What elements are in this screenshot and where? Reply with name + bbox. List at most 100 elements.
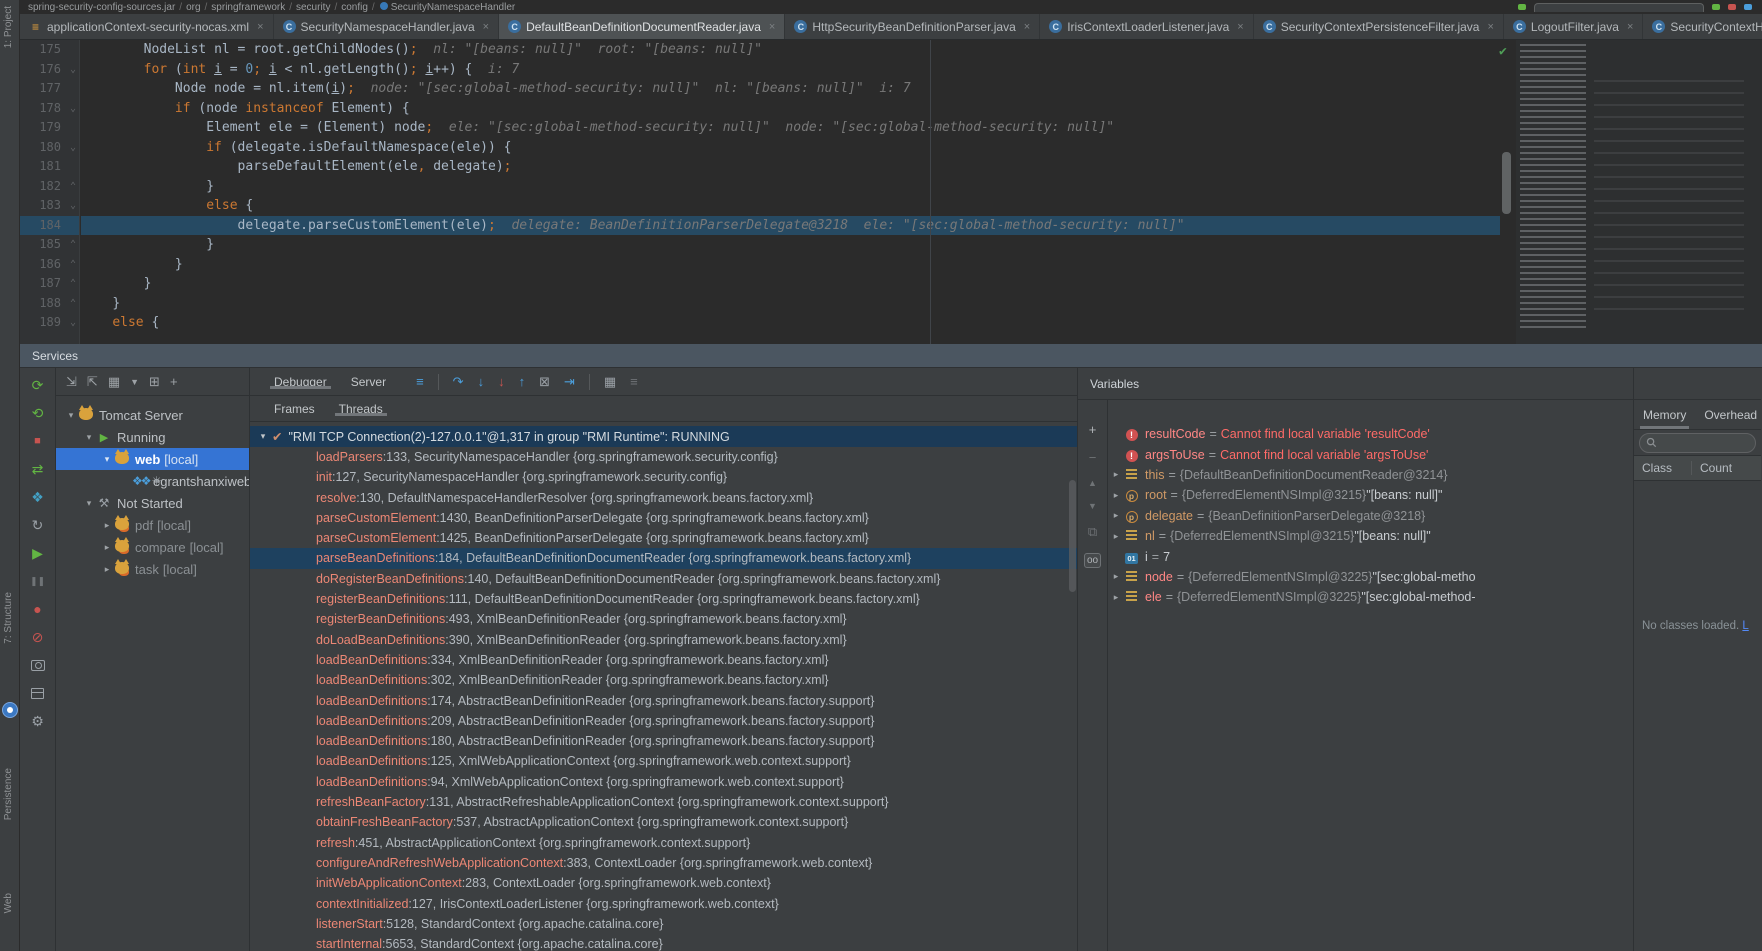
close-icon[interactable]: × — [257, 21, 263, 33]
editor-tab[interactable]: applicationContext-security-nocas.xml× — [20, 14, 274, 39]
close-icon[interactable]: × — [483, 21, 489, 33]
variable-expander-icon[interactable]: ▸ — [1108, 469, 1124, 480]
toolbar-settings-gear-icon[interactable]: ⚙ — [29, 712, 47, 730]
editor-tab[interactable]: CSecurityContextHolder.class× — [1643, 14, 1762, 39]
variable-expander-icon[interactable]: ▸ — [1108, 510, 1124, 521]
stack-frame-row[interactable]: loadBeanDefinitions:209, AbstractBeanDef… — [250, 711, 1077, 731]
column-class[interactable]: Class — [1634, 461, 1692, 475]
gutter-line-number[interactable]: 185⌃ — [20, 235, 79, 255]
chevron-down-icon[interactable]: ▾ — [256, 431, 270, 442]
variable-row-root[interactable]: ▸proot={DeferredElementNSImpl@3215} "[be… — [1108, 485, 1633, 505]
toolbar-run-to-cursor-icon[interactable]: ⇥ — [564, 374, 575, 390]
tree-item-egrantshanxiweb[interactable]: ❖❖✳egrantshanxiweb — [56, 470, 249, 492]
variable-row-this[interactable]: ▸this={DefaultBeanDefinitionDocumentRead… — [1108, 465, 1633, 485]
code-line[interactable]: } — [81, 235, 1500, 255]
editor-tab[interactable]: CSecurityContextPersistenceFilter.java× — [1254, 14, 1504, 39]
gutter-line-number[interactable]: 187⌃ — [20, 274, 79, 294]
toolbar-show-services-icon[interactable]: ⊞ — [149, 374, 160, 390]
code-line[interactable]: else { — [81, 313, 1500, 333]
toolbar-evaluate-expression-icon[interactable]: ▦ — [604, 374, 616, 390]
tab-threads[interactable]: Threads — [327, 402, 395, 416]
editor-code-area[interactable]: NodeList nl = root.getChildNodes(); nl: … — [81, 40, 1500, 344]
variable-row-nl[interactable]: ▸nl={DeferredElementNSImpl@3215} "[beans… — [1108, 526, 1633, 546]
code-line[interactable]: if (node instanceof Element) { — [81, 99, 1500, 119]
stripe-label-persistence[interactable]: Persistence — [3, 768, 14, 820]
stack-frame-row[interactable]: loadBeanDefinitions:180, AbstractBeanDef… — [250, 731, 1077, 751]
stack-frame-row[interactable]: obtainFreshBeanFactory:537, AbstractAppl… — [250, 812, 1077, 832]
debug-button[interactable] — [1712, 4, 1720, 10]
breadcrumb-segment[interactable]: SecurityNamespaceHandler — [391, 2, 516, 13]
code-line[interactable]: } — [81, 294, 1500, 314]
variable-row-ele[interactable]: ▸ele={DeferredElementNSImpl@3225} "[sec:… — [1108, 587, 1633, 607]
toolbar-add-watch-icon[interactable]: + — [1089, 422, 1097, 437]
toolbar-restart-debugger-icon[interactable]: ⟲ — [29, 404, 47, 422]
toolbar-update-application-icon[interactable]: ⇄ — [29, 460, 47, 478]
toolbar-show-execution-point-icon[interactable]: ≡ — [416, 374, 424, 389]
stack-frame-row[interactable]: parseCustomElement:1430, BeanDefinitionP… — [250, 508, 1077, 528]
stack-frame-row[interactable]: loadBeanDefinitions:94, XmlWebApplicatio… — [250, 772, 1077, 792]
tab-debugger[interactable]: Debugger — [262, 375, 339, 389]
stack-frame-row[interactable]: loadBeanDefinitions:334, XmlBeanDefiniti… — [250, 650, 1077, 670]
stack-frame-row[interactable]: doLoadBeanDefinitions:390, XmlBeanDefini… — [250, 630, 1077, 650]
tree-item-not-started[interactable]: ▾⚒Not Started — [56, 492, 249, 514]
gutter-line-number[interactable]: 186⌃ — [20, 255, 79, 275]
tree-item-tomcat-server[interactable]: ▾Tomcat Server — [56, 404, 249, 426]
run-configuration-combo[interactable] — [1534, 3, 1704, 12]
stack-frame-row[interactable]: loadParsers:133, SecurityNamespaceHandle… — [250, 447, 1077, 467]
toolbar-remove-watch-icon[interactable]: − — [1089, 450, 1097, 465]
toolbar-collapse-all-icon[interactable]: ⇱ — [87, 374, 98, 390]
run-button[interactable] — [1518, 4, 1526, 10]
stack-frame-row[interactable]: loadBeanDefinitions:125, XmlWebApplicati… — [250, 751, 1077, 771]
code-line[interactable]: parseDefaultElement(ele, delegate); — [81, 157, 1500, 177]
fold-marker-icon[interactable]: ⌄ — [70, 138, 76, 158]
services-panel-header[interactable]: Services — [20, 344, 1762, 368]
stack-frame-row[interactable]: registerBeanDefinitions:493, XmlBeanDefi… — [250, 609, 1077, 629]
variable-expander-icon[interactable]: ▸ — [1108, 490, 1124, 501]
stack-frame-row[interactable]: registerBeanDefinitions:111, DefaultBean… — [250, 589, 1077, 609]
variable-row-node[interactable]: ▸node={DeferredElementNSImpl@3225} "[sec… — [1108, 567, 1633, 587]
stack-frame-row[interactable]: listenerStart:5128, StandardContext {org… — [250, 914, 1077, 934]
variable-row-resultCode[interactable]: !resultCode=Cannot find local variable '… — [1108, 424, 1633, 444]
variable-expander-icon[interactable]: ▸ — [1108, 531, 1124, 542]
stripe-label--project[interactable]: 1: Project — [3, 6, 14, 48]
editor-tab[interactable]: CHttpSecurityBeanDefinitionParser.java× — [785, 14, 1040, 39]
toolbar-layout-settings-icon[interactable] — [29, 684, 47, 702]
gutter-line-number[interactable]: 176⌄ — [20, 60, 79, 80]
stack-frame-row[interactable]: parseBeanDefinitions:184, DefaultBeanDef… — [250, 548, 1077, 568]
editor-gutter[interactable]: 175176⌄177178⌄179180⌄181182⌃183⌄184185⌃1… — [20, 40, 80, 344]
variable-expander-icon[interactable]: ▸ — [1108, 571, 1124, 582]
toolbar-expand-all-icon[interactable]: ⇲ — [66, 374, 77, 390]
toolbar-move-down-icon[interactable]: ▼ — [1088, 501, 1097, 511]
breadcrumb-segment[interactable]: security — [296, 2, 330, 13]
toolbar-add-service-icon[interactable]: + — [170, 374, 178, 389]
toolbar-step-into-icon[interactable]: ↓ — [478, 374, 485, 389]
stack-frame-row[interactable]: initWebApplicationContext:283, ContextLo… — [250, 873, 1077, 893]
gutter-line-number[interactable]: 184 — [20, 216, 79, 236]
breadcrumb-segment[interactable]: spring-security-config-sources.jar — [28, 2, 175, 13]
tree-item-running[interactable]: ▾▶Running — [56, 426, 249, 448]
stack-frame-row[interactable]: contextInitialized:127, IrisContextLoade… — [250, 894, 1077, 914]
stack-frame-row[interactable]: init:127, SecurityNamespaceHandler {org.… — [250, 467, 1077, 487]
variable-row-i[interactable]: 01i=7 — [1108, 546, 1633, 566]
code-line[interactable]: } — [81, 177, 1500, 197]
toolbar-step-over-icon[interactable]: ↷ — [453, 374, 464, 390]
stripe-label-web[interactable]: Web — [3, 893, 14, 913]
toolbar-resume-program-icon[interactable]: ▶ — [29, 544, 47, 562]
stack-frame-row[interactable]: startInternal:5653, StandardContext {org… — [250, 934, 1077, 951]
code-minimap[interactable] — [1516, 40, 1762, 344]
stack-frame-row[interactable]: loadBeanDefinitions:174, AbstractBeanDef… — [250, 691, 1077, 711]
toolbar-filter-icon[interactable]: ▼ — [130, 377, 139, 387]
fold-marker-icon[interactable]: ⌃ — [70, 274, 76, 294]
gutter-line-number[interactable]: 183⌄ — [20, 196, 79, 216]
code-line[interactable]: for (int i = 0; i < nl.getLength(); i++)… — [81, 60, 1500, 80]
load-classes-link[interactable]: L — [1742, 620, 1748, 632]
close-icon[interactable]: × — [1024, 21, 1030, 33]
fold-marker-icon[interactable]: ⌃ — [70, 294, 76, 314]
breadcrumb-segment[interactable]: org — [186, 2, 200, 13]
stop-button[interactable] — [1728, 4, 1736, 10]
close-icon[interactable]: × — [1627, 21, 1633, 33]
fold-marker-icon[interactable]: ⌃ — [70, 235, 76, 255]
variable-expander-icon[interactable]: ▸ — [1108, 592, 1124, 603]
stack-frame-row[interactable]: refresh:451, AbstractApplicationContext … — [250, 833, 1077, 853]
editor-scrollbar-thumb[interactable] — [1502, 152, 1511, 214]
